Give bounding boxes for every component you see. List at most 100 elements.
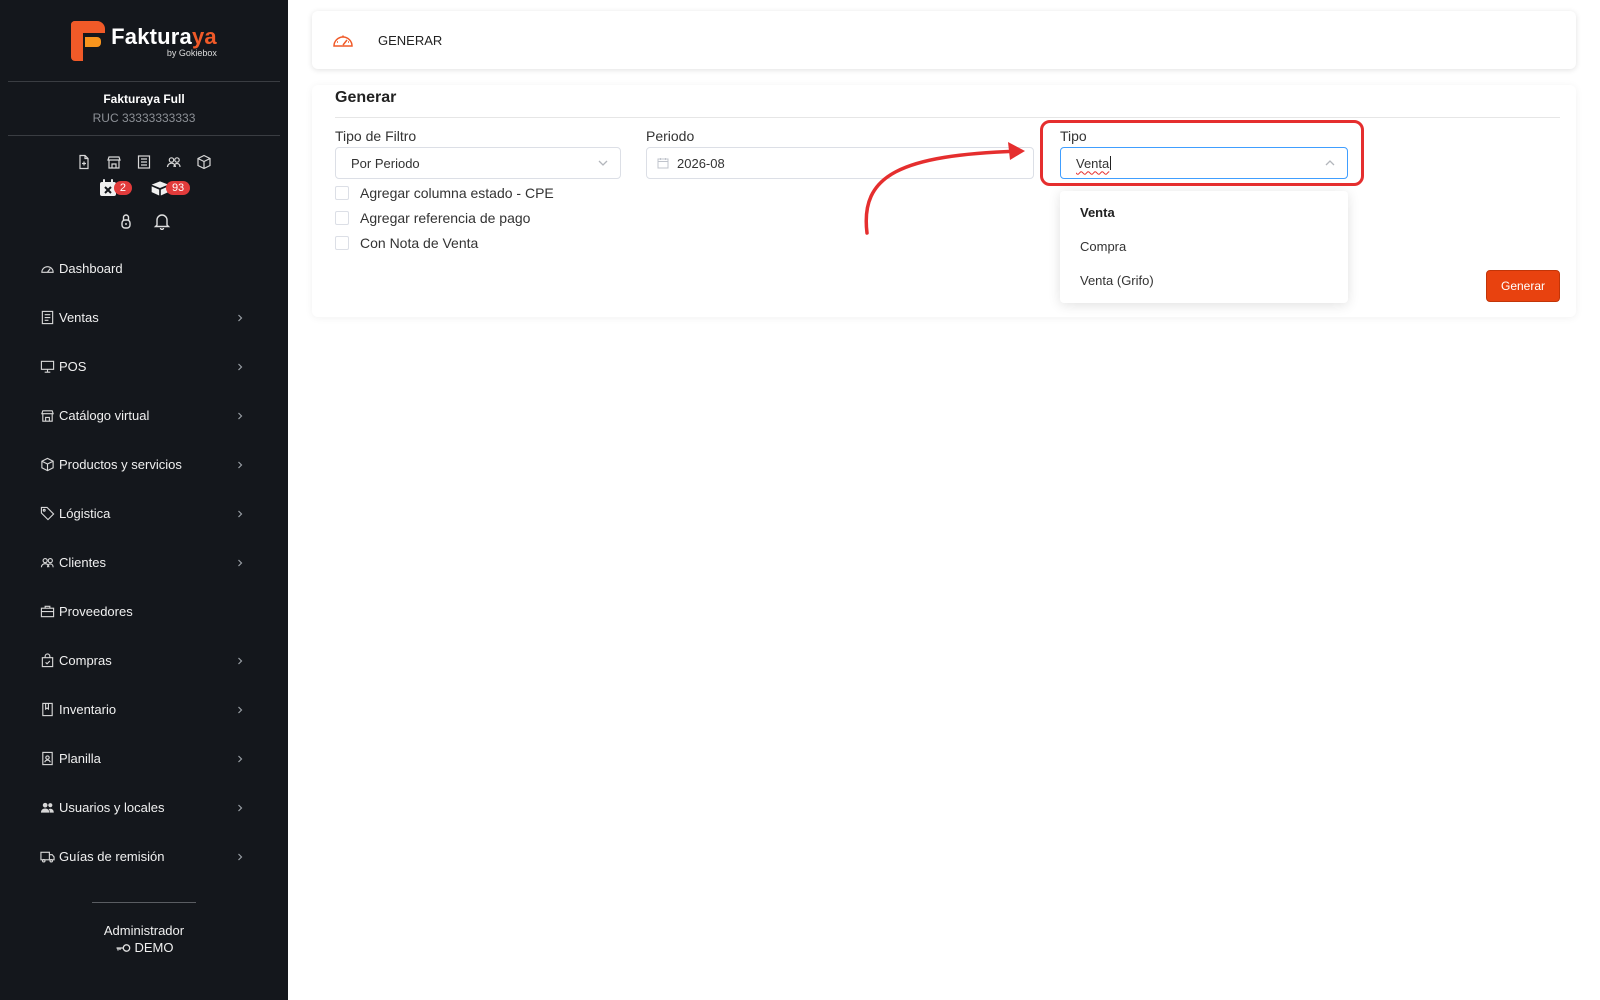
user-name: DEMO: [134, 940, 174, 955]
chevron-right-icon: [238, 510, 243, 517]
tipo-label: Tipo: [1060, 128, 1087, 144]
sidebar-item-dashboard[interactable]: Dashboard: [0, 244, 288, 293]
calendar-icon: [657, 158, 669, 169]
sidebar-item-label: Proveedores: [59, 604, 133, 619]
sidebar-item-label: Lógistica: [59, 506, 111, 521]
id-card-icon: [42, 751, 53, 766]
sidebar-item-label: Inventario: [59, 702, 117, 717]
calendar-count-badge: 2: [113, 181, 132, 195]
sidebar-item-label: Clientes: [59, 555, 106, 570]
footer-divider: [92, 902, 196, 903]
book-icon: [42, 702, 53, 717]
sidebar-item-usuarios[interactable]: Usuarios y locales: [0, 783, 288, 832]
sidebar-item-proveedores[interactable]: Proveedores: [0, 587, 288, 636]
chevron-down-icon: [598, 160, 608, 166]
sidebar-item-label: Planilla: [59, 751, 101, 766]
sidebar-item-ventas[interactable]: Ventas: [0, 293, 288, 342]
sidebar-item-label: Dashboard: [59, 261, 123, 276]
company-info: Fakturaya Full RUC 33333333333: [8, 82, 280, 136]
checkbox-estado-cpe[interactable]: Agregar columna estado - CPE: [335, 185, 554, 201]
company-ruc: RUC 33333333333: [92, 111, 196, 125]
lock-icon[interactable]: [117, 212, 135, 230]
bell-icon[interactable]: [153, 212, 171, 230]
sidebar-item-productos[interactable]: Productos y servicios: [0, 440, 288, 489]
brand-wordmark: Fakturaya: [111, 23, 217, 49]
quick-actions: [0, 154, 288, 170]
tipo-filtro-label: Tipo de Filtro: [335, 128, 417, 144]
brand-logo[interactable]: Fakturaya by Gokiebox: [8, 0, 280, 82]
tipo-filtro-value: Por Periodo: [351, 155, 420, 171]
checkbox-referencia-pago[interactable]: Agregar referencia de pago: [335, 210, 530, 226]
sidebar-item-label: POS: [59, 359, 87, 374]
chevron-right-icon: [238, 559, 243, 566]
logo-mark-icon: [71, 20, 106, 61]
calendar-badge[interactable]: 2: [98, 178, 132, 198]
sidebar-item-logistica[interactable]: Lógistica: [0, 489, 288, 538]
checkbox-box[interactable]: [335, 236, 349, 250]
user-footer[interactable]: Administrador DEMO: [0, 902, 288, 955]
notification-badges: 2 93: [0, 178, 288, 198]
tipo-dropdown-menu: Venta Compra Venta (Grifo): [1060, 191, 1348, 303]
sidebar-item-pos[interactable]: POS: [0, 342, 288, 391]
sidebar-item-catalogo[interactable]: Catálogo virtual: [0, 391, 288, 440]
box-icon[interactable]: [196, 154, 212, 170]
breadcrumb: GENERAR: [378, 32, 443, 48]
periodo-date-picker[interactable]: 2026-08: [646, 147, 1034, 179]
top-breadcrumb-bar: GENERAR: [312, 11, 1576, 69]
text-caret: [1110, 156, 1112, 170]
chevron-right-icon: [238, 461, 243, 468]
briefcase-icon: [40, 605, 55, 618]
checkbox-box[interactable]: [335, 211, 349, 225]
dropdown-option-compra[interactable]: Compra: [1060, 229, 1348, 263]
tipo-filtro-select[interactable]: Por Periodo: [335, 147, 621, 179]
store-icon[interactable]: [106, 154, 122, 170]
sidebar-item-label: Compras: [59, 653, 112, 668]
chevron-right-icon: [238, 755, 243, 762]
sidebar-item-planilla[interactable]: Planilla: [0, 734, 288, 783]
chevron-up-icon: [1325, 160, 1335, 166]
list-icon[interactable]: [136, 154, 152, 170]
dropdown-option-venta[interactable]: Venta: [1060, 195, 1348, 229]
chevron-right-icon: [238, 657, 243, 664]
user-name-row: DEMO: [0, 940, 288, 955]
sidebar-item-guias[interactable]: Guías de remisión: [0, 832, 288, 881]
key-icon: [116, 943, 130, 952]
checkbox-label: Agregar columna estado - CPE: [360, 185, 554, 201]
users-icon: [40, 557, 54, 568]
sidebar-item-compras[interactable]: Compras: [0, 636, 288, 685]
sidebar: Fakturaya by Gokiebox Fakturaya Full RUC…: [0, 0, 288, 1000]
shopping-bag-icon: [41, 653, 54, 668]
users-icon[interactable]: [166, 154, 182, 170]
user-role: Administrador: [103, 923, 185, 938]
sidebar-item-clientes[interactable]: Clientes: [0, 538, 288, 587]
company-name: Fakturaya Full: [103, 92, 185, 106]
tipo-value: Venta: [1076, 155, 1110, 171]
sidebar-item-label: Catálogo virtual: [59, 408, 150, 423]
new-document-icon[interactable]: [76, 154, 92, 170]
sidebar-item-label: Ventas: [59, 310, 99, 325]
checkbox-box[interactable]: [335, 186, 349, 200]
page-title: Generar: [335, 89, 397, 106]
tipo-select[interactable]: Venta: [1060, 147, 1348, 179]
checkbox-nota-venta[interactable]: Con Nota de Venta: [335, 235, 478, 251]
periodo-label: Periodo: [646, 128, 695, 144]
sidebar-item-inventario[interactable]: Inventario: [0, 685, 288, 734]
speedometer-icon: [333, 35, 353, 47]
generar-form-card: Generar: [312, 85, 1576, 317]
box-icon: [41, 457, 54, 472]
chevron-right-icon: [238, 706, 243, 713]
generar-button[interactable]: Generar: [1486, 270, 1560, 302]
sidebar-item-label: Productos y servicios: [59, 457, 182, 472]
boxes-badge[interactable]: 93: [150, 178, 191, 198]
brand-subtitle: by Gokiebox: [166, 47, 217, 58]
dropdown-option-venta-grifo[interactable]: Venta (Grifo): [1060, 263, 1348, 297]
truck-icon: [40, 851, 55, 863]
utility-icons: [0, 212, 288, 230]
sidebar-nav: Dashboard Ventas POS Catálogo virtual Pr…: [0, 244, 288, 881]
periodo-value: 2026-08: [677, 155, 725, 171]
monitor-icon: [40, 360, 55, 373]
chevron-right-icon: [238, 314, 243, 321]
chevron-right-icon: [238, 412, 243, 419]
receipt-icon: [41, 310, 54, 325]
dashboard-icon: [41, 266, 54, 273]
